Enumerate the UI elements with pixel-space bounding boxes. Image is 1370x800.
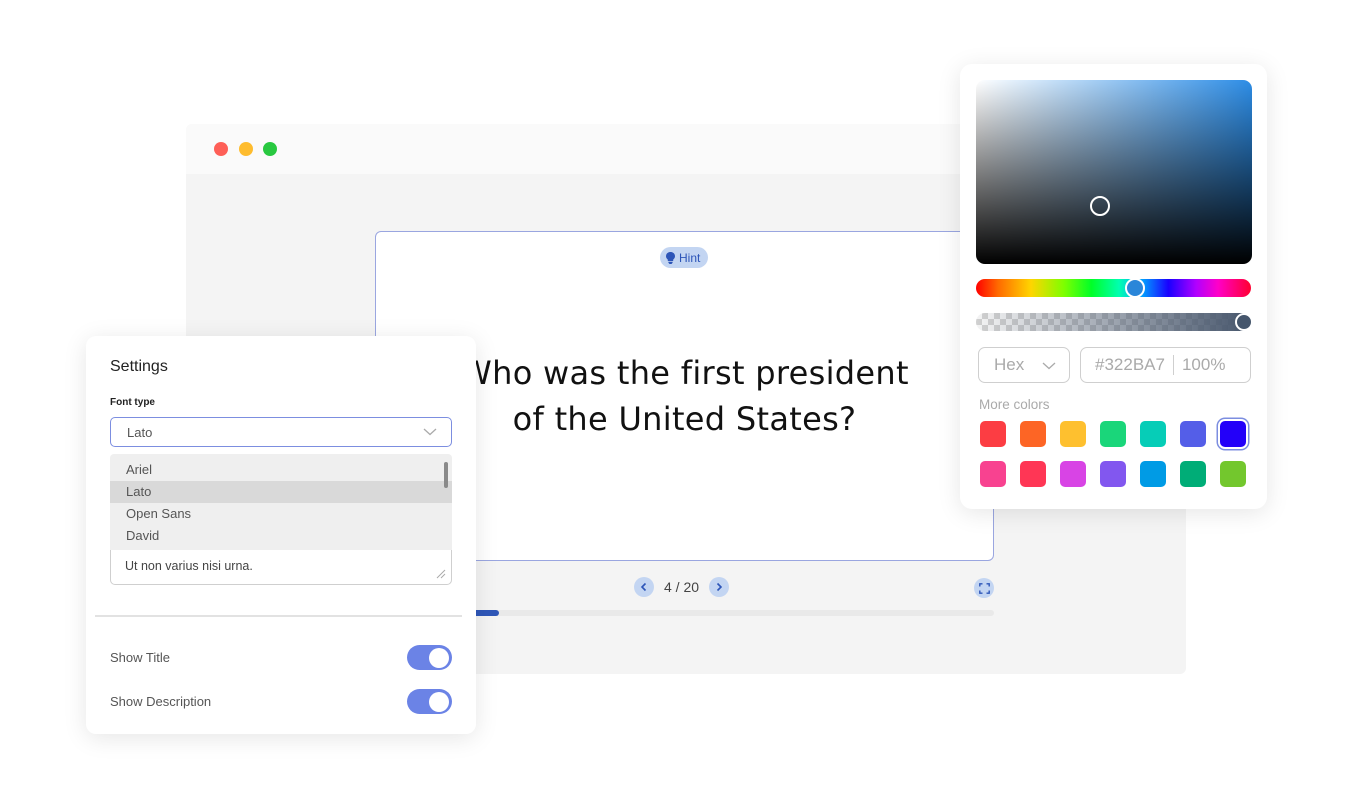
font-list-scrollbar[interactable]	[444, 462, 448, 488]
chevron-down-icon	[423, 428, 437, 436]
settings-title: Settings	[110, 358, 168, 375]
color-format-value: Hex	[994, 355, 1025, 374]
description-text: Ut non varius nisi urna.	[125, 559, 253, 573]
font-type-selected-value: Lato	[127, 424, 153, 440]
color-swatch[interactable]	[1060, 421, 1086, 447]
more-colors-label: More colors	[979, 397, 1050, 412]
page-counter: 4 / 20	[664, 579, 700, 595]
color-swatch[interactable]	[1100, 421, 1126, 447]
separator	[1172, 355, 1174, 375]
color-swatch[interactable]	[1140, 461, 1166, 487]
previous-card-button[interactable]	[634, 577, 654, 597]
color-picker-panel: Hex #322BA7 100% More colors	[960, 64, 1267, 509]
show-title-row: Show Title	[110, 645, 452, 670]
alpha-value: 100%	[1181, 355, 1226, 374]
font-type-select[interactable]: Lato	[110, 417, 452, 447]
resize-handle-icon[interactable]	[434, 567, 446, 579]
chevron-down-icon	[1042, 362, 1056, 370]
opacity-slider[interactable]	[976, 313, 1253, 331]
color-swatch[interactable]	[1220, 461, 1246, 487]
description-textarea[interactable]: Ut non varius nisi urna.	[110, 550, 452, 585]
color-swatches	[980, 421, 1246, 487]
color-cursor[interactable]	[1090, 196, 1110, 216]
color-swatch[interactable]	[1140, 421, 1166, 447]
color-swatch[interactable]	[1100, 461, 1126, 487]
hint-label: Hint	[679, 250, 701, 265]
color-swatch[interactable]	[1220, 421, 1246, 447]
show-description-toggle[interactable]	[407, 689, 452, 714]
color-swatch[interactable]	[1180, 421, 1206, 447]
minimize-window-button[interactable]	[239, 142, 253, 156]
color-swatch[interactable]	[1060, 461, 1086, 487]
chevron-left-icon	[640, 582, 647, 592]
font-option-ariel[interactable]: Ariel	[110, 459, 452, 481]
color-swatch[interactable]	[1020, 421, 1046, 447]
maximize-window-button[interactable]	[263, 142, 277, 156]
color-swatch[interactable]	[1180, 461, 1206, 487]
hue-slider[interactable]	[976, 278, 1251, 298]
fullscreen-icon	[978, 582, 990, 594]
show-description-label: Show Description	[110, 694, 212, 709]
close-window-button[interactable]	[214, 142, 228, 156]
pagination: 4 / 20	[634, 577, 730, 597]
chevron-right-icon	[716, 582, 723, 592]
font-option-david[interactable]: David	[110, 525, 452, 547]
font-type-label: Font type	[110, 397, 155, 408]
settings-panel: Settings Font type Lato Ariel Lato Open …	[86, 336, 476, 734]
saturation-brightness-area[interactable]	[976, 80, 1252, 264]
font-option-lato[interactable]: Lato	[110, 481, 452, 503]
show-description-row: Show Description	[110, 689, 452, 714]
lightbulb-icon	[666, 251, 675, 264]
next-card-button[interactable]	[709, 577, 730, 597]
fullscreen-button[interactable]	[974, 578, 994, 598]
opacity-slider-thumb[interactable]	[1235, 313, 1253, 331]
color-format-select[interactable]: Hex	[978, 347, 1070, 383]
font-option-open-sans[interactable]: Open Sans	[110, 503, 452, 525]
show-title-label: Show Title	[110, 650, 170, 665]
toggle-knob	[429, 691, 449, 712]
color-swatch[interactable]	[980, 461, 1006, 487]
hint-button[interactable]: Hint	[660, 247, 709, 268]
font-options-list: Ariel Lato Open Sans David	[110, 454, 452, 552]
toggle-knob	[429, 647, 449, 668]
hex-value: #322BA7	[1095, 355, 1165, 374]
show-title-toggle[interactable]	[407, 645, 452, 670]
hex-color-input[interactable]: #322BA7 100%	[1080, 347, 1251, 383]
divider	[95, 615, 462, 617]
color-swatch[interactable]	[980, 421, 1006, 447]
color-swatch[interactable]	[1020, 461, 1046, 487]
hue-slider-thumb[interactable]	[1125, 278, 1145, 298]
